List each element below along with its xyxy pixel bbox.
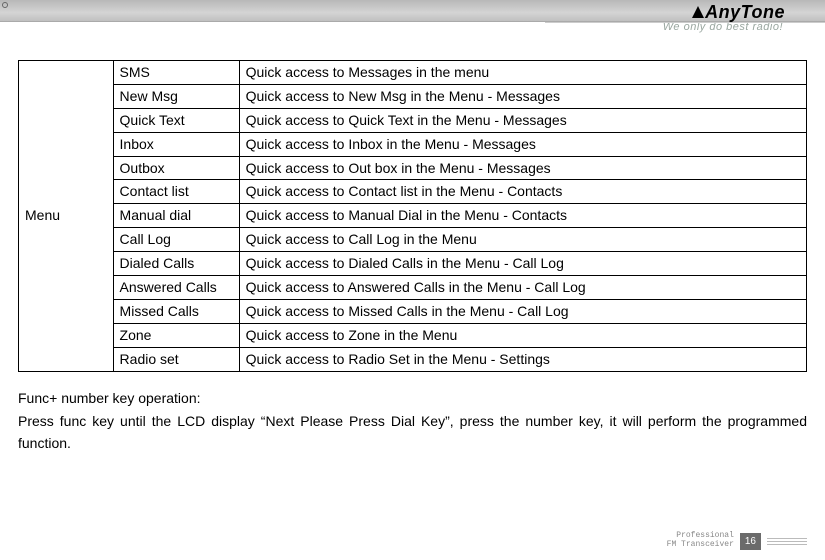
corner-dot-icon <box>2 2 8 8</box>
table-row: InboxQuick access to Inbox in the Menu -… <box>19 132 807 156</box>
name-cell: Radio set <box>113 347 239 371</box>
category-cell: Menu <box>19 61 114 372</box>
name-cell: Answered Calls <box>113 276 239 300</box>
menu-table: Menu SMS Quick access to Messages in the… <box>18 60 807 372</box>
page-content: Menu SMS Quick access to Messages in the… <box>0 22 825 455</box>
paragraph: Func+ number key operation: <box>18 388 807 410</box>
desc-cell: Quick access to New Msg in the Menu - Me… <box>239 84 806 108</box>
table-row: Radio setQuick access to Radio Set in th… <box>19 347 807 371</box>
body-text: Func+ number key operation: Press func k… <box>18 388 807 455</box>
table-row: Quick TextQuick access to Quick Text in … <box>19 108 807 132</box>
desc-cell: Quick access to Out box in the Menu - Me… <box>239 156 806 180</box>
desc-cell: Quick access to Messages in the menu <box>239 61 806 85</box>
desc-cell: Quick access to Call Log in the Menu <box>239 228 806 252</box>
desc-cell: Quick access to Answered Calls in the Me… <box>239 276 806 300</box>
desc-cell: Quick access to Zone in the Menu <box>239 323 806 347</box>
name-cell: Inbox <box>113 132 239 156</box>
brand-logo: AnyTone <box>663 2 785 23</box>
name-cell: SMS <box>113 61 239 85</box>
desc-cell: Quick access to Missed Calls in the Menu… <box>239 299 806 323</box>
footer-text: Professional FM Transceiver <box>667 532 734 550</box>
name-cell: New Msg <box>113 84 239 108</box>
name-cell: Outbox <box>113 156 239 180</box>
name-cell: Zone <box>113 323 239 347</box>
table-row: OutboxQuick access to Out box in the Men… <box>19 156 807 180</box>
page-number: 16 <box>740 533 761 550</box>
desc-cell: Quick access to Dialed Calls in the Menu… <box>239 252 806 276</box>
table-row: ZoneQuick access to Zone in the Menu <box>19 323 807 347</box>
table-row: Dialed CallsQuick access to Dialed Calls… <box>19 252 807 276</box>
table-row: Menu SMS Quick access to Messages in the… <box>19 61 807 85</box>
table-row: New MsgQuick access to New Msg in the Me… <box>19 84 807 108</box>
desc-cell: Quick access to Manual Dial in the Menu … <box>239 204 806 228</box>
desc-cell: Quick access to Inbox in the Menu - Mess… <box>239 132 806 156</box>
top-bar: AnyTone We only do best radio! <box>0 0 825 22</box>
brand-underline <box>545 22 825 23</box>
name-cell: Missed Calls <box>113 299 239 323</box>
name-cell: Call Log <box>113 228 239 252</box>
desc-cell: Quick access to Radio Set in the Menu - … <box>239 347 806 371</box>
table-row: Manual dialQuick access to Manual Dial i… <box>19 204 807 228</box>
name-cell: Dialed Calls <box>113 252 239 276</box>
table-row: Contact listQuick access to Contact list… <box>19 180 807 204</box>
brand-text: AnyTone <box>705 2 785 22</box>
paragraph: Press func key until the LCD display “Ne… <box>18 411 807 454</box>
table-row: Missed CallsQuick access to Missed Calls… <box>19 299 807 323</box>
page-footer: Professional FM Transceiver 16 <box>667 532 807 550</box>
footer-line: FM Transceiver <box>667 541 734 550</box>
desc-cell: Quick access to Quick Text in the Menu -… <box>239 108 806 132</box>
brand-block: AnyTone We only do best radio! <box>663 2 785 33</box>
table-row: Call LogQuick access to Call Log in the … <box>19 228 807 252</box>
desc-cell: Quick access to Contact list in the Menu… <box>239 180 806 204</box>
name-cell: Manual dial <box>113 204 239 228</box>
name-cell: Contact list <box>113 180 239 204</box>
footer-lines-icon <box>767 538 807 545</box>
table-row: Answered CallsQuick access to Answered C… <box>19 276 807 300</box>
name-cell: Quick Text <box>113 108 239 132</box>
